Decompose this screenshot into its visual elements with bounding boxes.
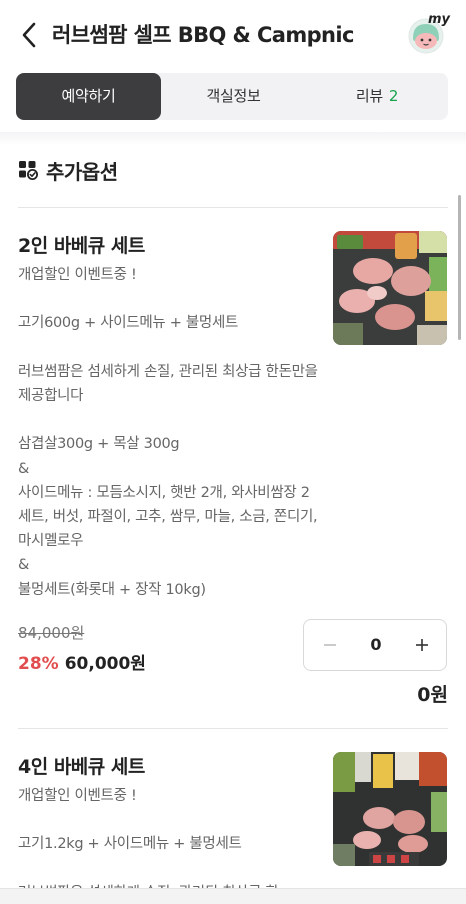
bbq-set-photo — [333, 231, 447, 345]
minus-icon — [324, 644, 336, 646]
section-title: 추가옵션 — [46, 159, 118, 184]
tab-review[interactable]: 리뷰 2 — [306, 73, 448, 120]
original-price: 84,000원 — [18, 624, 85, 642]
decrement-button[interactable] — [310, 620, 350, 670]
tab-reserve[interactable]: 예약하기 — [16, 73, 161, 120]
app-header: 러브썸팜 셀프 BBQ & Campnic my — [0, 0, 466, 70]
product-name: 2인 바베큐 세트 — [18, 235, 145, 257]
my-profile-button[interactable]: my — [404, 12, 451, 54]
total-price: 0원 — [417, 684, 448, 706]
options-icon — [19, 161, 38, 180]
product-image[interactable] — [333, 231, 447, 345]
sale-price: 60,000원 — [64, 654, 146, 674]
avatar-label: my — [428, 12, 451, 27]
bottom-bar — [0, 888, 466, 904]
back-button[interactable] — [14, 19, 44, 51]
divider — [18, 728, 448, 729]
plus-icon — [416, 639, 428, 651]
divider — [18, 207, 448, 208]
section-separator — [0, 132, 466, 146]
scrollbar[interactable] — [458, 195, 461, 340]
quantity-stepper: 0 — [303, 619, 447, 671]
product-description: 개업할인 이벤트중 ! 고기1.2kg + 사이드메뉴 + 불멍세트 러브썸팜은… — [18, 788, 279, 901]
bbq-set-photo — [333, 752, 447, 866]
quantity-value: 0 — [370, 635, 382, 654]
tab-review-label: 리뷰 — [355, 87, 383, 105]
section-header: 추가옵션 — [18, 154, 118, 186]
review-count: 2 — [388, 87, 399, 105]
product-description: 개업할인 이벤트중 ! 고기600g + 사이드메뉴 + 불멍세트 러브썸팜은 … — [18, 267, 318, 598]
product-name: 4인 바베큐 세트 — [18, 756, 145, 778]
chevron-left-icon — [22, 22, 36, 48]
sale-price-row: 28% 60,000원 — [18, 649, 146, 674]
tab-room-info[interactable]: 객실정보 — [161, 73, 306, 120]
increment-button[interactable] — [402, 620, 442, 670]
tab-bar: 예약하기 객실정보 리뷰 2 — [16, 73, 448, 120]
page-title: 러브썸팜 셀프 BBQ & Campnic — [52, 23, 354, 47]
product-image[interactable] — [333, 752, 447, 866]
discount-rate: 28% — [18, 654, 59, 674]
